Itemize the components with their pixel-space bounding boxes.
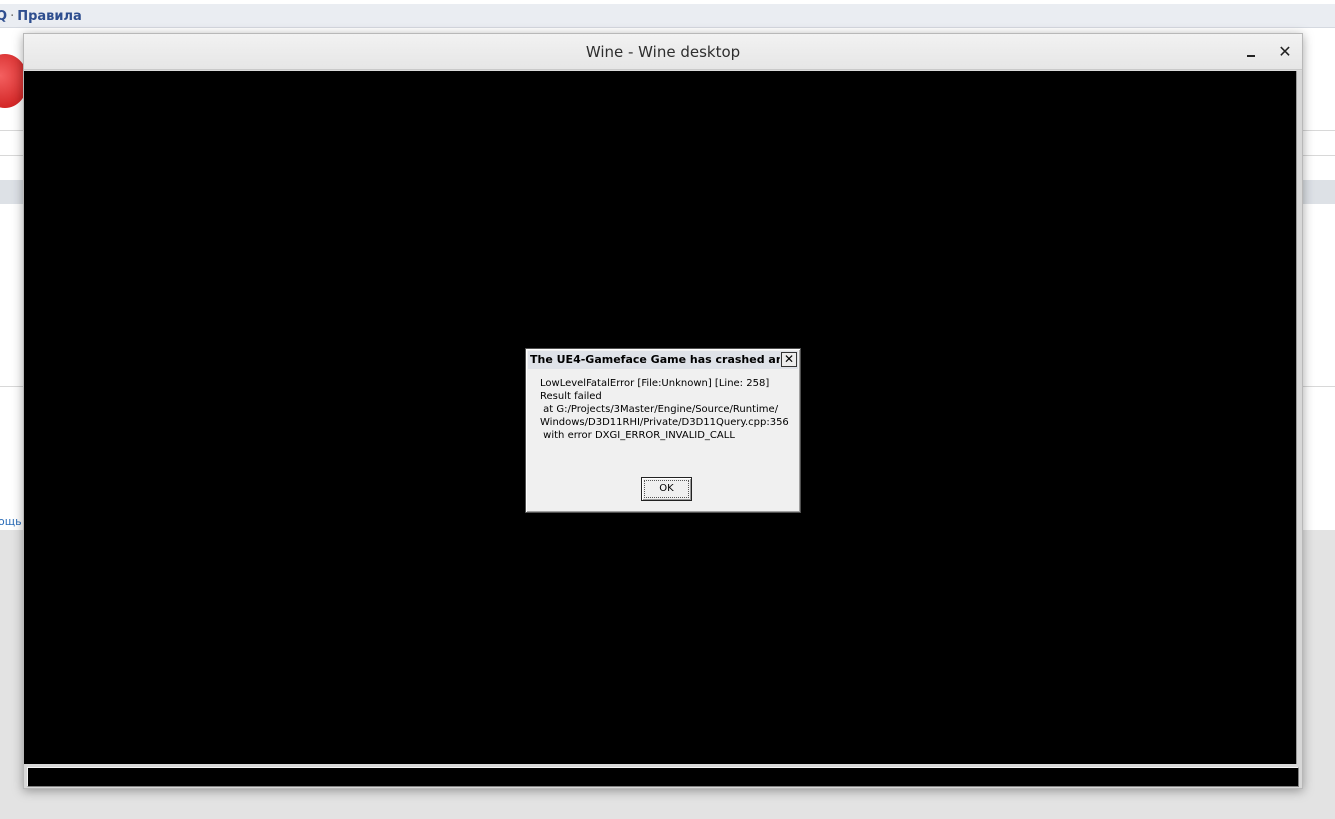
background-nav-separator: · <box>10 9 15 24</box>
window-title: Wine - Wine desktop <box>585 43 741 61</box>
minimize-icon <box>1247 55 1255 57</box>
window-bottom-strip <box>24 764 1302 788</box>
dialog-message: LowLevelFatalError [File:Unknown] [Line:… <box>540 377 798 442</box>
window-titlebar[interactable]: Wine - Wine desktop ✕ <box>24 34 1302 70</box>
message-line: Windows/D3D11RHI/Private/D3D11Query.cpp:… <box>540 417 789 428</box>
background-help-link[interactable]: ощь <box>0 515 22 528</box>
wine-taskbar[interactable] <box>27 767 1299 787</box>
close-button[interactable]: ✕ <box>1274 41 1296 63</box>
desktop-right-border <box>1296 71 1302 764</box>
background-nav-link-rules[interactable]: Правила <box>17 9 82 24</box>
background-topbar: Q · Правила <box>0 4 1335 28</box>
background-nav-link-faq[interactable]: Q <box>0 9 7 24</box>
background-topbar-nav: Q · Правила <box>0 9 82 24</box>
dialog-close-button[interactable]: ✕ <box>781 352 797 367</box>
dialog-title: The UE4-Gameface Game has crashed and wi… <box>530 353 780 366</box>
crash-dialog: The UE4-Gameface Game has crashed and wi… <box>525 348 801 513</box>
close-icon: ✕ <box>1278 42 1292 61</box>
minimize-button[interactable] <box>1240 41 1262 63</box>
close-icon: ✕ <box>783 352 795 366</box>
dialog-titlebar[interactable]: The UE4-Gameface Game has crashed and wi… <box>528 351 798 369</box>
ok-button[interactable]: OK <box>641 477 692 501</box>
message-line: LowLevelFatalError [File:Unknown] [Line:… <box>540 378 770 389</box>
message-line: Result failed <box>540 391 602 402</box>
message-line: with error DXGI_ERROR_INVALID_CALL <box>540 430 735 441</box>
message-line: at G:/Projects/3Master/Engine/Source/Run… <box>540 404 779 415</box>
